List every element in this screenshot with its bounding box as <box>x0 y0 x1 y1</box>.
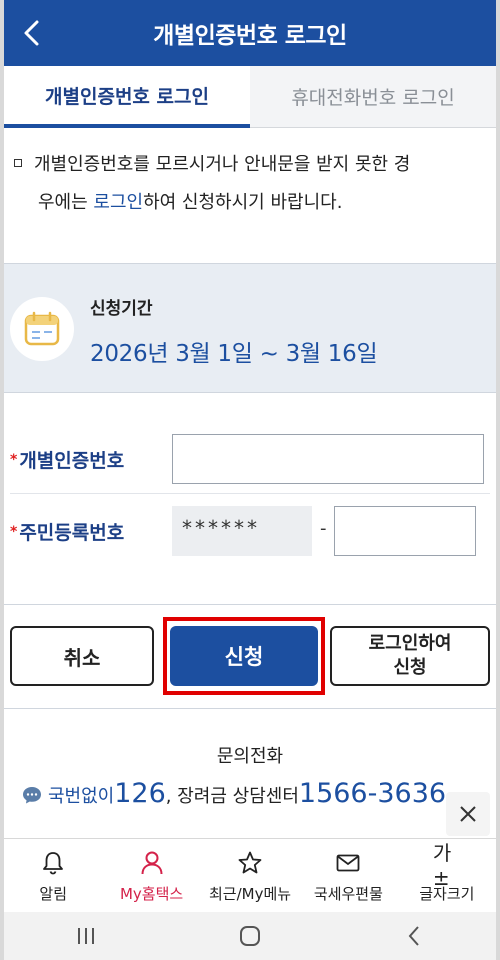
rrn-row: * 주민등록번호 ****** - <box>4 500 496 562</box>
contact-line: 국번없이 126 , 장려금 상담센터 1566-3636 <box>22 778 496 809</box>
period-value: 2026년 3월 1일 ~ 3월 16일 <box>90 341 378 367</box>
close-floating-button[interactable] <box>446 792 490 836</box>
nav-label: 글자크기 <box>419 885 475 903</box>
page-title: 개별인증번호 로그인 <box>153 23 347 49</box>
bullet-icon <box>14 159 22 167</box>
system-navigation-bar <box>4 912 496 960</box>
required-mark: * <box>10 524 18 540</box>
star-icon <box>238 851 262 874</box>
notice-line1: 개별인증번호를 모르시거나 안내문을 받지 못한 경 <box>34 154 411 175</box>
person-icon <box>141 851 163 875</box>
nav-item-tax-mail[interactable]: 국세우편물 <box>299 839 397 912</box>
bottom-navigation: 알림 My홈택스 최근/My메뉴 국세우편물 가± 글자크기 <box>4 838 496 912</box>
rrn-front-field: ****** <box>172 506 312 556</box>
contact-middle: , 장려금 상담센터 <box>165 786 299 807</box>
rrn-label: * 주민등록번호 <box>10 518 124 545</box>
nav-item-notifications[interactable]: 알림 <box>4 839 102 912</box>
recent-apps-button[interactable] <box>56 916 116 956</box>
contact-prefix: 국번없이 <box>48 786 115 807</box>
contact-title: 문의전화 <box>216 746 284 767</box>
tab-phone-login[interactable]: 휴대전화번호 로그인 <box>250 66 496 128</box>
nav-item-recent-menu[interactable]: 최근/My메뉴 <box>201 839 299 912</box>
recent-apps-icon <box>78 928 94 944</box>
notice-line2-prefix: 우에는 <box>38 192 94 213</box>
nav-item-my-hometax[interactable]: My홈택스 <box>102 839 200 912</box>
login-apply-button[interactable]: 로그인하여 신청 <box>330 626 490 686</box>
nav-label: 국세우편물 <box>313 885 383 903</box>
phone-number-126[interactable]: 126 <box>114 778 166 809</box>
notice-line2-suffix: 하여 신청하시기 바랍니다. <box>143 192 343 213</box>
phone-number-center[interactable]: 1566-3636 <box>299 778 446 809</box>
nav-label: 알림 <box>39 885 67 903</box>
system-back-button[interactable] <box>384 916 444 956</box>
font-size-icon: 가± <box>432 840 452 890</box>
application-period-box: 신청기간 2026년 3월 1일 ~ 3월 16일 <box>4 263 496 393</box>
home-icon <box>240 926 260 946</box>
login-apply-line1: 로그인하여 <box>368 633 452 654</box>
calendar-badge <box>10 297 74 361</box>
back-button[interactable] <box>12 13 52 53</box>
calendar-icon <box>24 311 60 346</box>
cancel-button[interactable]: 취소 <box>10 626 154 686</box>
rrn-label-text: 주민등록번호 <box>19 522 125 544</box>
chat-bubble-icon <box>23 787 41 804</box>
auth-number-label-text: 개별인증번호 <box>19 450 125 472</box>
chevron-left-icon <box>24 20 39 46</box>
app-frame: 개별인증번호 로그인 개별인증번호 로그인 휴대전화번호 로그인 개별인증번호를… <box>4 0 496 960</box>
nav-label: My홈택스 <box>119 885 184 903</box>
tab-auth-number-login[interactable]: 개별인증번호 로그인 <box>4 66 250 128</box>
rrn-back-input[interactable] <box>334 506 476 556</box>
chevron-left-icon <box>408 926 419 946</box>
login-link[interactable]: 로그인 <box>93 192 143 213</box>
home-button[interactable] <box>220 916 280 956</box>
nav-item-font-size[interactable]: 가± 글자크기 <box>398 839 496 912</box>
close-icon <box>460 806 476 822</box>
section-divider <box>4 604 496 605</box>
auth-number-label: * 개별인증번호 <box>10 446 124 473</box>
apply-button[interactable]: 신청 <box>170 626 318 686</box>
auth-number-row: * 개별인증번호 <box>4 428 496 490</box>
login-tabs: 개별인증번호 로그인 휴대전화번호 로그인 <box>4 66 496 128</box>
nav-label: 최근/My메뉴 <box>208 885 292 903</box>
bell-icon <box>43 852 64 875</box>
required-mark: * <box>10 452 18 468</box>
login-apply-line2: 신청 <box>393 657 427 678</box>
section-divider <box>4 708 496 709</box>
rrn-separator: - <box>320 518 327 539</box>
app-header: 개별인증번호 로그인 <box>4 0 496 66</box>
form-divider <box>10 493 490 494</box>
auth-number-input[interactable] <box>172 434 484 484</box>
notice-text: 개별인증번호를 모르시거나 안내문을 받지 못한 경 우에는 로그인하여 신청하… <box>14 146 490 222</box>
period-label: 신청기간 <box>90 299 153 319</box>
mail-icon <box>337 854 360 872</box>
